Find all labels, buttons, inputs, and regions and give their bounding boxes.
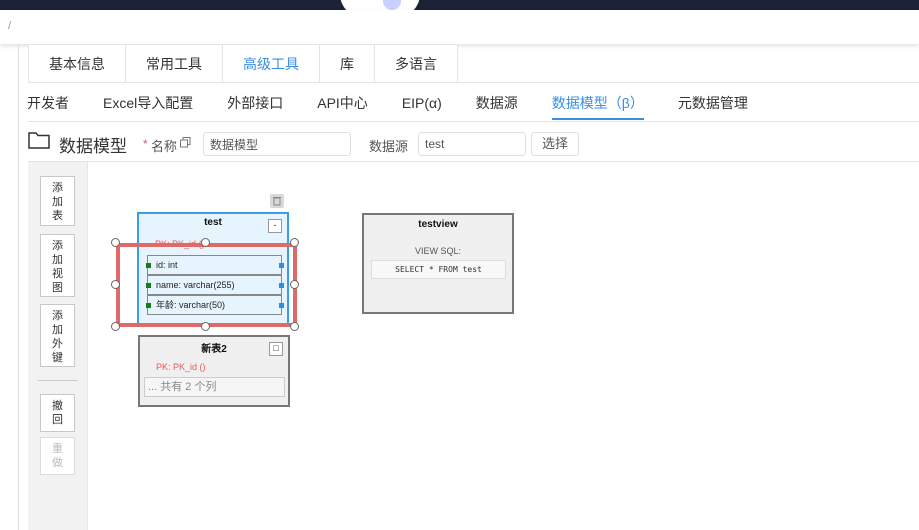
connector-left[interactable] [146,263,151,268]
connector-right[interactable] [279,303,284,308]
collapse-button[interactable]: - [268,219,282,233]
tab-library[interactable]: 库 [320,45,375,83]
view-sql-label: VIEW SQL: [414,246,461,256]
tab-common-tools[interactable]: 常用工具 [126,45,223,83]
tab-excel-import[interactable]: Excel导入配置 [103,86,193,120]
add-table-button[interactable]: 添 加 表 [40,176,75,226]
primary-key-label: PK: PK_id () [156,362,206,372]
tab-developer[interactable]: 开发者 [27,86,69,120]
tab-external-api[interactable]: 外部接口 [227,86,283,120]
copy-icon[interactable] [180,137,191,148]
connector-right[interactable] [279,283,284,288]
select-datasource-button[interactable]: 选择 [531,132,579,156]
header-decoration [340,0,420,10]
tab-datasource[interactable]: 数据源 [476,86,518,120]
tab-api-center[interactable]: API中心 [317,86,368,120]
required-mark: * [143,137,148,151]
undo-button[interactable]: 撤 回 [40,394,75,432]
view-title: testview [418,219,458,230]
primary-tabs-divider [28,82,919,83]
column-label: id: int [156,260,178,270]
secondary-tabs: 开发者 Excel导入配置 外部接口 API中心 EIP(α) 数据源 数据模型… [10,86,765,122]
add-view-button[interactable]: 添 加 视 图 [40,234,75,297]
tab-metadata[interactable]: 元数据管理 [678,86,748,120]
table-title: test [204,217,222,228]
view-testview[interactable]: testview VIEW SQL: SELECT * FROM test [362,213,514,314]
diagram-toolbar: 添 加 表 添 加 视 图 添 加 外 键 撤 回 重 做 [28,162,88,530]
table-new2[interactable]: 新表2 □ PK: PK_id () ... 共有 2 个列 [138,335,290,407]
column-count: ... 共有 2 个列 [144,377,285,397]
toolbar-separator [38,380,78,381]
top-header-bar [0,0,919,10]
connector-left[interactable] [146,303,151,308]
page-title: 数据模型 [59,137,127,156]
secondary-tabs-divider [28,121,919,122]
model-name-input[interactable] [203,132,351,156]
tab-eip[interactable]: EIP(α) [402,86,442,120]
expand-button[interactable]: □ [269,342,283,356]
table-title: 新表2 [201,344,227,355]
folder-icon [28,132,50,149]
table-column[interactable]: name: varchar(255) [146,275,284,295]
add-foreign-key-button[interactable]: 添 加 外 键 [40,304,75,367]
primary-key-label: PK: PK_id () [155,239,205,249]
redo-button[interactable]: 重 做 [40,437,75,475]
view-sql-text: SELECT * FROM test [371,260,506,279]
datasource-input[interactable] [418,132,526,156]
breadcrumb: / [8,20,12,32]
tab-advanced-tools[interactable]: 高级工具 [223,45,320,83]
primary-tabs: 基本信息 常用工具 高级工具 库 多语言 [28,44,458,83]
connector-right[interactable] [279,263,284,268]
column-label: name: varchar(255) [156,280,235,290]
table-column[interactable]: 年龄: varchar(50) [146,295,284,315]
table-column[interactable]: id: int [146,255,284,275]
column-label: 年龄: varchar(50) [156,300,226,310]
breadcrumb-bar: / [0,10,919,44]
tab-multilanguage[interactable]: 多语言 [375,45,457,83]
tab-data-model[interactable]: 数据模型（β） [551,86,644,120]
delete-icon[interactable] [270,194,284,208]
table-test[interactable]: test - PK: PK_id () id: int name: varcha… [137,212,289,325]
datasource-label: 数据源 [369,139,409,154]
name-label: 名称 [151,139,178,154]
connector-left[interactable] [146,283,151,288]
tab-basic-info[interactable]: 基本信息 [29,45,126,83]
